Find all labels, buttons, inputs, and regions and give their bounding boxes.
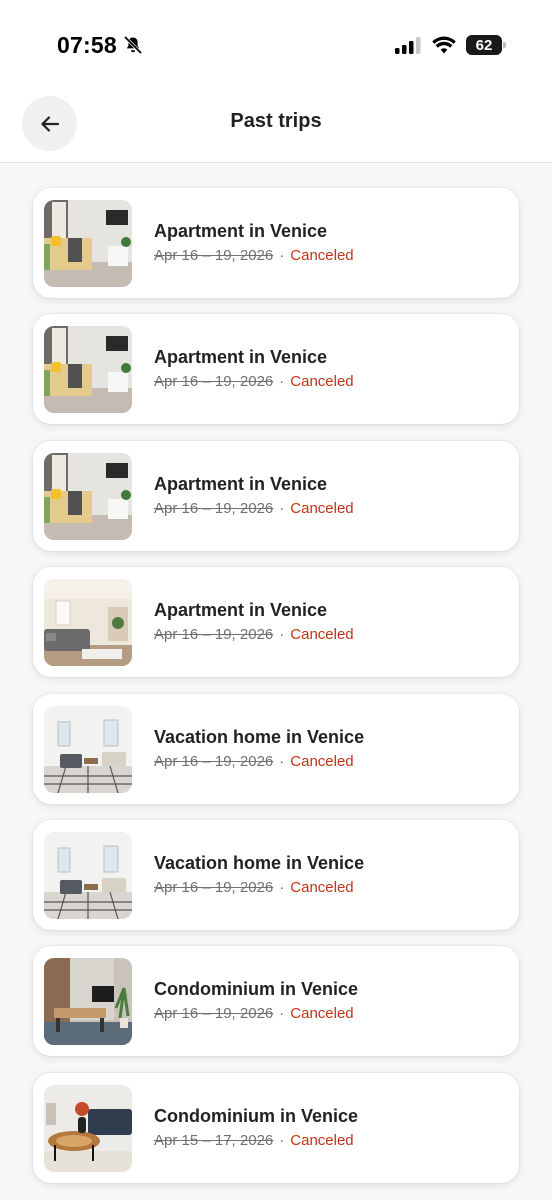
trip-status: Canceled — [290, 1005, 354, 1023]
battery-level: 62 — [475, 36, 493, 54]
trip-info: Apartment in Venice Apr 16 – 19, 2026 · Ca… — [154, 474, 354, 517]
trip-info: Vacation home in Venice Apr 16 – 19, 202… — [154, 727, 364, 770]
page-title: Past trips — [230, 110, 322, 132]
trip-title: Condominium in Venice — [154, 979, 359, 1000]
separator-dot: · — [279, 373, 285, 391]
trip-meta: Apr 16 – 19, 2026 · Canceled — [154, 879, 364, 896]
trip-dates: Apr 16 – 19, 2026 — [154, 626, 274, 644]
trip-meta: Apr 16 – 19, 2026 · Canceled — [154, 373, 354, 390]
trip-title: Apartment in Venice — [154, 221, 328, 241]
trip-title: Vacation home in Venice — [154, 726, 365, 747]
trip-dates: Apr 15 – 17, 2026 — [154, 1131, 274, 1149]
trip-card[interactable]: Vacation home in Venice Apr 16 – 19, 202… — [33, 693, 519, 804]
listing-photo — [44, 579, 132, 667]
trip-card[interactable]: Apartment in Venice Apr 16 – 19, 2026 · Ca… — [33, 314, 519, 425]
trip-title: Apartment in Venice — [154, 473, 328, 494]
trip-dates: Apr 16 – 19, 2026 — [154, 247, 274, 264]
trip-title: Vacation home in Venice — [154, 852, 365, 873]
separator-dot: · — [279, 626, 285, 644]
trip-status: Canceled — [290, 499, 354, 517]
time-group: 07:58 — [57, 30, 143, 60]
trip-title: Apartment in Venice — [154, 347, 328, 368]
cellular-signal-icon — [395, 36, 421, 54]
clock-time: 07:58 — [57, 31, 117, 58]
trip-status: Canceled — [290, 373, 354, 391]
trip-card[interactable]: Apartment in Venice Apr 16 – 19, 2026 · Ca… — [33, 188, 519, 298]
trip-dates: Apr 16 – 19, 2026 — [154, 752, 274, 770]
trip-info: Condominium in Venice Apr 15 – 17, 2026 ·… — [154, 1106, 358, 1149]
trip-card[interactable]: Apartment in Venice Apr 16 – 19, 2026 · Ca… — [33, 567, 519, 678]
wifi-icon — [432, 36, 456, 54]
trip-meta: Apr 16 – 19, 2026 · Canceled — [154, 500, 354, 517]
separator-dot: · — [279, 1005, 285, 1023]
trip-dates: Apr 16 – 19, 2026 — [154, 878, 274, 896]
trip-info: Apartment in Venice Apr 16 – 19, 2026 · Ca… — [154, 347, 354, 390]
trip-meta: Apr 16 – 19, 2026 · Canceled — [154, 1005, 358, 1022]
separator-dot: · — [279, 499, 285, 517]
trip-dates: Apr 16 – 19, 2026 — [154, 373, 274, 391]
trip-info: Apartment in Venice Apr 16 – 19, 2026 · Ca… — [154, 600, 354, 643]
separator-dot: · — [279, 247, 285, 264]
trip-info: Condominium in Venice Apr 16 – 19, 2026 ·… — [154, 979, 358, 1022]
battery-icon: 62 — [466, 35, 506, 55]
listing-photo — [44, 200, 132, 287]
silent-bell-icon — [124, 36, 142, 54]
separator-dot: · — [279, 1131, 285, 1149]
listing-photo — [44, 705, 132, 793]
trip-status: Canceled — [290, 626, 354, 644]
page-header: Past trips — [0, 88, 552, 163]
trip-dates: Apr 16 – 19, 2026 — [154, 499, 274, 517]
trip-meta: Apr 16 – 19, 2026 · Canceled — [154, 247, 354, 264]
separator-dot: · — [279, 878, 285, 896]
listing-photo — [44, 831, 132, 919]
trip-status: Canceled — [290, 247, 354, 264]
listing-photo — [44, 1084, 132, 1172]
trip-meta: Apr 16 – 19, 2026 · Canceled — [154, 753, 364, 770]
trip-title: Apartment in Venice — [154, 600, 328, 621]
trip-meta: Apr 16 – 19, 2026 · Canceled — [154, 626, 354, 643]
trip-info: Vacation home in Venice Apr 16 – 19, 202… — [154, 853, 364, 896]
trip-card[interactable]: Condominium in Venice Apr 15 – 17, 2026 ·… — [33, 1072, 519, 1183]
trip-list: Apartment in Venice Apr 16 – 19, 2026 · Ca… — [33, 188, 519, 1199]
trip-status: Canceled — [290, 1131, 354, 1149]
listing-photo — [44, 452, 132, 540]
trip-status: Canceled — [290, 878, 354, 896]
status-bar: 07:58 62 — [0, 0, 552, 88]
trip-status: Canceled — [290, 752, 354, 770]
status-indicators: 62 — [395, 34, 506, 56]
trip-card[interactable]: Condominium in Venice Apr 16 – 19, 2026 ·… — [33, 946, 519, 1057]
trip-dates: Apr 16 – 19, 2026 — [154, 1005, 274, 1023]
trip-card[interactable]: Apartment in Venice Apr 16 – 19, 2026 · Ca… — [33, 440, 519, 551]
trip-card[interactable]: Vacation home in Venice Apr 16 – 19, 202… — [33, 819, 519, 930]
separator-dot: · — [279, 752, 285, 770]
listing-photo — [44, 326, 132, 414]
listing-photo — [44, 958, 132, 1046]
trip-title: Condominium in Venice — [154, 1105, 359, 1126]
trip-info: Apartment in Venice Apr 16 – 19, 2026 · Ca… — [154, 221, 354, 264]
trip-meta: Apr 15 – 17, 2026 · Canceled — [154, 1132, 358, 1149]
